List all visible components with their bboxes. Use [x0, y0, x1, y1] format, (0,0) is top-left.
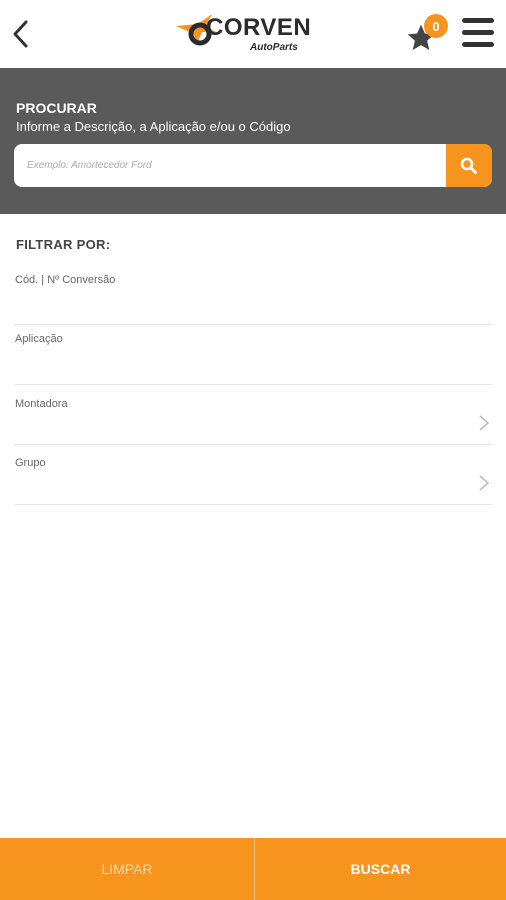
search-input[interactable]: [14, 144, 444, 187]
menu-button[interactable]: [460, 18, 496, 50]
filter-group-field[interactable]: Grupo: [15, 444, 492, 505]
filter-manufacturer-label: Montadora: [15, 398, 68, 410]
logo-subtext: AutoParts: [250, 42, 298, 53]
search-title: PROCURAR: [16, 100, 97, 116]
hamburger-line: [462, 42, 494, 47]
filter-code-field[interactable]: Cód. | Nº Conversão: [15, 264, 492, 325]
filter-application-label: Aplicação: [15, 333, 63, 345]
filter-application-field[interactable]: Aplicação: [15, 324, 492, 385]
filter-code-label: Cód. | Nº Conversão: [15, 274, 116, 286]
clear-button[interactable]: LIMPAR: [0, 838, 254, 900]
filter-manufacturer-field[interactable]: Montadora: [15, 384, 492, 445]
search-subtitle: Informe a Descrição, a Aplicação e/ou o …: [16, 119, 291, 134]
search-section: PROCURAR Informe a Descrição, a Aplicaçã…: [0, 68, 506, 214]
corven-logo: CORVEN AutoParts: [172, 12, 312, 56]
search-submit-button[interactable]: BUSCAR: [255, 838, 506, 900]
chevron-right-icon: [479, 475, 490, 491]
search-box: [14, 144, 492, 187]
chevron-right-icon: [479, 415, 490, 431]
chevron-left-icon: [13, 20, 28, 48]
search-button[interactable]: [446, 144, 492, 187]
favorites-count-badge: 0: [424, 14, 448, 38]
search-icon: [460, 157, 477, 174]
app-header: CORVEN AutoParts 0: [0, 0, 506, 68]
filter-title: FILTRAR POR:: [16, 237, 111, 252]
hamburger-line: [462, 30, 494, 35]
back-button[interactable]: [6, 16, 34, 52]
favorites-button[interactable]: 0: [402, 14, 452, 56]
logo-text: CORVEN: [206, 14, 312, 41]
filter-group-label: Grupo: [15, 457, 46, 469]
hamburger-line: [462, 18, 494, 23]
bottom-action-bar: LIMPAR BUSCAR: [0, 838, 506, 900]
